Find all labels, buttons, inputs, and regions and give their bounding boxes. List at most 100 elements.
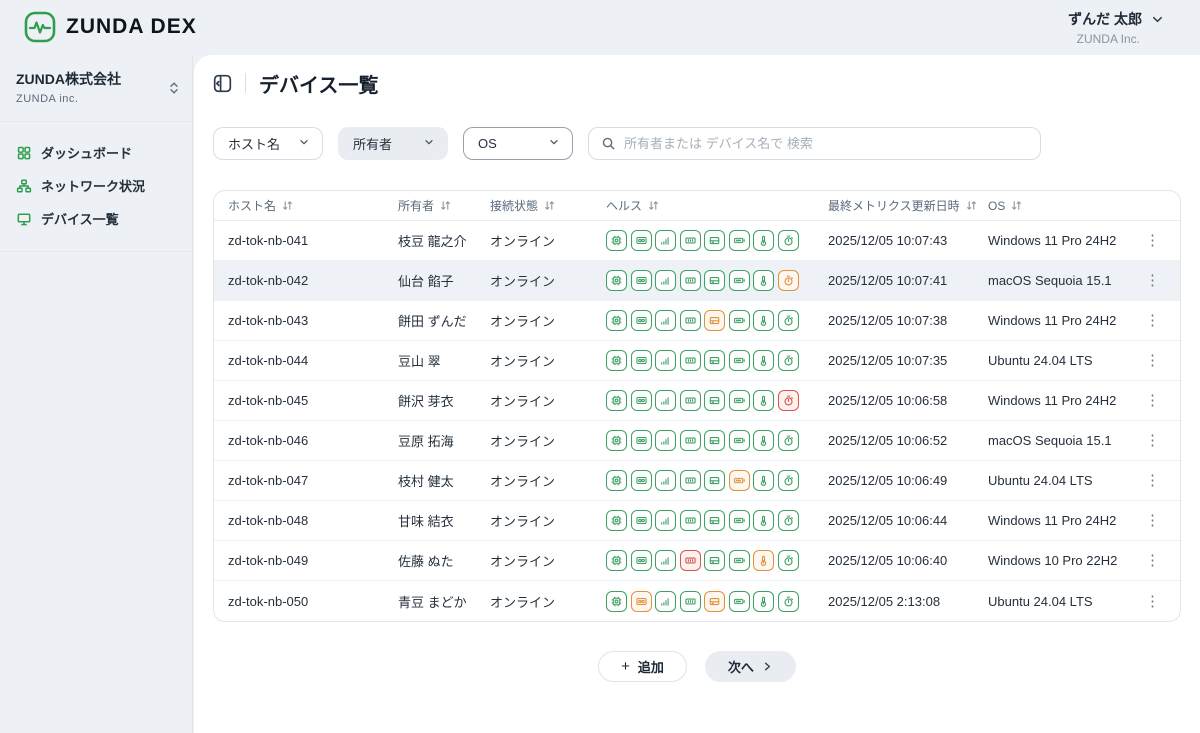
- memory-icon: [680, 310, 701, 331]
- disk-icon: [704, 430, 725, 451]
- row-menu-button[interactable]: ⋮: [1139, 231, 1166, 250]
- table-row[interactable]: zd-tok-nb-045 餅沢 芽衣 オンライン 2025/12/05 10:…: [214, 381, 1180, 421]
- logo-pulse-icon: [24, 11, 56, 43]
- plus-icon: +: [621, 658, 630, 675]
- uptime-icon: [778, 230, 799, 251]
- filter-label: ホスト名: [228, 134, 280, 153]
- health-icons: [606, 470, 828, 491]
- page-header: デバイス一覧: [213, 68, 1181, 98]
- column-header[interactable]: 所有者: [398, 197, 490, 214]
- host-name: zd-tok-nb-043: [228, 313, 398, 328]
- table-row[interactable]: zd-tok-nb-048 甘味 結衣 オンライン 2025/12/05 10:…: [214, 501, 1180, 541]
- sort-icon: [966, 200, 977, 211]
- filter-os[interactable]: OS: [463, 127, 573, 160]
- row-menu-button[interactable]: ⋮: [1139, 391, 1166, 410]
- battery-icon: [729, 591, 750, 612]
- disk-icon: [704, 510, 725, 531]
- column-header[interactable]: ホスト名: [228, 197, 398, 214]
- signal-icon: [655, 591, 676, 612]
- os-name: Windows 11 Pro 24H2: [988, 513, 1138, 528]
- sidebar-item-network[interactable]: ネットワーク状況: [0, 169, 192, 202]
- row-menu-button[interactable]: ⋮: [1139, 271, 1166, 290]
- org-selector[interactable]: ZUNDA株式会社 ZUNDA inc.: [0, 55, 192, 122]
- last-metrics-updated: 2025/12/05 10:07:38: [828, 313, 988, 328]
- disk-icon: [704, 591, 725, 612]
- gpu-icon: [631, 430, 652, 451]
- battery-icon: [729, 510, 750, 531]
- last-metrics-updated: 2025/12/05 10:06:49: [828, 473, 988, 488]
- gpu-icon: [631, 591, 652, 612]
- memory-icon: [680, 591, 701, 612]
- host-name: zd-tok-nb-046: [228, 433, 398, 448]
- sidebar-nav: ダッシュボード ネットワーク状況 デバイス一覧: [0, 122, 192, 252]
- thermometer-icon: [753, 430, 774, 451]
- thermometer-icon: [753, 230, 774, 251]
- cpu-icon: [606, 310, 627, 331]
- next-page-button[interactable]: 次へ: [705, 651, 796, 682]
- column-header[interactable]: 最終メトリクス更新日時: [828, 197, 988, 214]
- table-row[interactable]: zd-tok-nb-041 枝豆 龍之介 オンライン 2025/12/05 10…: [214, 221, 1180, 261]
- memory-icon: [680, 470, 701, 491]
- uptime-icon: [778, 310, 799, 331]
- signal-icon: [655, 470, 676, 491]
- column-label: OS: [988, 199, 1005, 213]
- org-name: ZUNDA株式会社: [16, 69, 176, 89]
- signal-icon: [655, 390, 676, 411]
- row-menu-button[interactable]: ⋮: [1139, 471, 1166, 490]
- gpu-icon: [631, 390, 652, 411]
- thermometer-icon: [753, 550, 774, 571]
- health-icons: [606, 591, 828, 612]
- host-name: zd-tok-nb-050: [228, 594, 398, 609]
- table-row[interactable]: zd-tok-nb-050 青豆 まどか オンライン 2025/12/05 2:…: [214, 581, 1180, 621]
- battery-icon: [729, 390, 750, 411]
- last-metrics-updated: 2025/12/05 10:06:40: [828, 553, 988, 568]
- gpu-icon: [631, 470, 652, 491]
- table-row[interactable]: zd-tok-nb-049 佐藤 ぬた オンライン 2025/12/05 10:…: [214, 541, 1180, 581]
- uptime-icon: [778, 430, 799, 451]
- column-header[interactable]: 接続状態: [490, 197, 606, 214]
- sort-icon: [544, 200, 555, 211]
- gpu-icon: [631, 350, 652, 371]
- filter-owner[interactable]: 所有者: [338, 127, 448, 160]
- os-name[interactable]: macOS Sequoia 15.1: [988, 273, 1138, 288]
- host-name: zd-tok-nb-045: [228, 393, 398, 408]
- row-menu-button[interactable]: ⋮: [1139, 311, 1166, 330]
- table-row[interactable]: zd-tok-nb-044 豆山 翠 オンライン 2025/12/05 10:0…: [214, 341, 1180, 381]
- table-row[interactable]: zd-tok-nb-042 仙台 餡子 オンライン 2025/12/05 10:…: [214, 261, 1180, 301]
- top-header: ZUNDA DEX ずんだ 太郎 ZUNDA Inc.: [0, 0, 1200, 55]
- row-menu-button[interactable]: ⋮: [1139, 592, 1166, 611]
- connection-status: オンライン: [490, 271, 606, 290]
- sidebar-item-dashboard[interactable]: ダッシュボード: [0, 136, 192, 169]
- last-metrics-updated: 2025/12/05 2:13:08: [828, 594, 988, 609]
- os-name: Windows 10 Pro 22H2: [988, 553, 1138, 568]
- column-label: 最終メトリクス更新日時: [828, 197, 960, 214]
- gpu-icon: [631, 310, 652, 331]
- sidebar-item-label: ネットワーク状況: [41, 176, 145, 195]
- row-menu-button[interactable]: ⋮: [1139, 351, 1166, 370]
- user-menu[interactable]: ずんだ 太郎 ZUNDA Inc.: [1068, 9, 1164, 46]
- search-icon: [601, 136, 616, 151]
- owner-name: 仙台 餡子: [398, 271, 490, 290]
- thermometer-icon: [753, 591, 774, 612]
- user-org: ZUNDA Inc.: [1077, 32, 1140, 46]
- filter-hostname[interactable]: ホスト名: [213, 127, 323, 160]
- connection-status: オンライン: [490, 551, 606, 570]
- cpu-icon: [606, 230, 627, 251]
- table-row[interactable]: zd-tok-nb-046 豆原 拓海 オンライン 2025/12/05 10:…: [214, 421, 1180, 461]
- add-device-button[interactable]: + 追加: [598, 651, 687, 682]
- connection-status: オンライン: [490, 391, 606, 410]
- row-menu-button[interactable]: ⋮: [1139, 511, 1166, 530]
- sidebar-collapse-button[interactable]: [213, 74, 232, 93]
- os-name: Ubuntu 24.04 LTS: [988, 473, 1138, 488]
- table-row[interactable]: zd-tok-nb-043 餅田 ずんだ オンライン 2025/12/05 10…: [214, 301, 1180, 341]
- search-input[interactable]: [624, 136, 1028, 151]
- table-row[interactable]: zd-tok-nb-047 枝村 健太 オンライン 2025/12/05 10:…: [214, 461, 1180, 501]
- row-menu-button[interactable]: ⋮: [1139, 551, 1166, 570]
- column-header[interactable]: OS: [988, 199, 1138, 213]
- uptime-icon: [778, 390, 799, 411]
- device-table: ホスト名所有者接続状態ヘルス最終メトリクス更新日時 OS zd-tok-nb-04…: [213, 190, 1181, 622]
- row-menu-button[interactable]: ⋮: [1139, 431, 1166, 450]
- table-footer: + 追加 次へ: [213, 651, 1181, 682]
- column-header[interactable]: ヘルス: [606, 197, 828, 214]
- sidebar-item-devices[interactable]: デバイス一覧: [0, 202, 192, 235]
